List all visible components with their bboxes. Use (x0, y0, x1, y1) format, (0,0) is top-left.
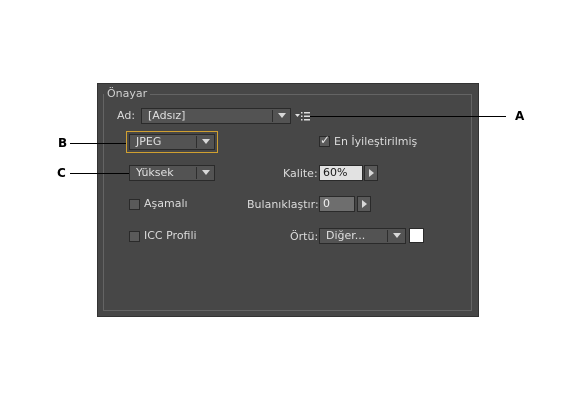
preset-group-title: Önayar (104, 87, 151, 100)
preset-name-dropdown[interactable]: [Adsız] (141, 108, 291, 124)
callout-b: B (58, 136, 68, 150)
progressive-label: Aşamalı (144, 197, 188, 210)
compression-quality-dropdown[interactable]: Yüksek (129, 165, 215, 181)
progressive-checkbox[interactable] (129, 199, 140, 210)
matte-color-swatch[interactable] (409, 228, 424, 243)
chevron-down-icon (278, 113, 286, 118)
callout-a-line (310, 116, 506, 117)
matte-value: Diğer... (326, 229, 366, 242)
play-arrow-icon (362, 200, 367, 208)
optimized-checkbox[interactable]: ✓ (319, 133, 331, 147)
chevron-down-icon (393, 233, 401, 238)
optimize-menu-icon[interactable] (295, 111, 311, 121)
icc-profile-checkbox[interactable] (129, 231, 140, 242)
quality-label: Kalite: (283, 167, 318, 180)
preset-name-value: [Adsız] (148, 109, 186, 122)
icc-profile-label: ICC Profili (144, 229, 197, 242)
blur-label: Bulanıklaştır: (247, 198, 319, 211)
callout-c: C (57, 166, 66, 180)
callout-c-line (70, 173, 129, 174)
callout-a: A (515, 109, 525, 123)
optimized-label: En İyileştirilmiş (334, 135, 418, 148)
matte-label: Örtü: (290, 230, 319, 243)
check-icon: ✓ (320, 133, 331, 147)
chevron-down-icon (202, 170, 210, 175)
file-format-value: JPEG (136, 135, 162, 148)
chevron-down-icon (202, 139, 210, 144)
callout-b-line (70, 143, 126, 144)
preset-name-label: Ad: (117, 109, 136, 122)
play-arrow-icon (369, 169, 374, 177)
file-format-dropdown[interactable]: JPEG (126, 131, 218, 153)
matte-dropdown[interactable]: Diğer... (319, 228, 406, 244)
quality-slider-button[interactable] (364, 165, 378, 181)
compression-quality-value: Yüksek (136, 166, 174, 179)
quality-input[interactable]: 60% (319, 165, 363, 181)
blur-input[interactable]: 0 (319, 196, 355, 212)
blur-slider-button[interactable] (357, 196, 371, 212)
